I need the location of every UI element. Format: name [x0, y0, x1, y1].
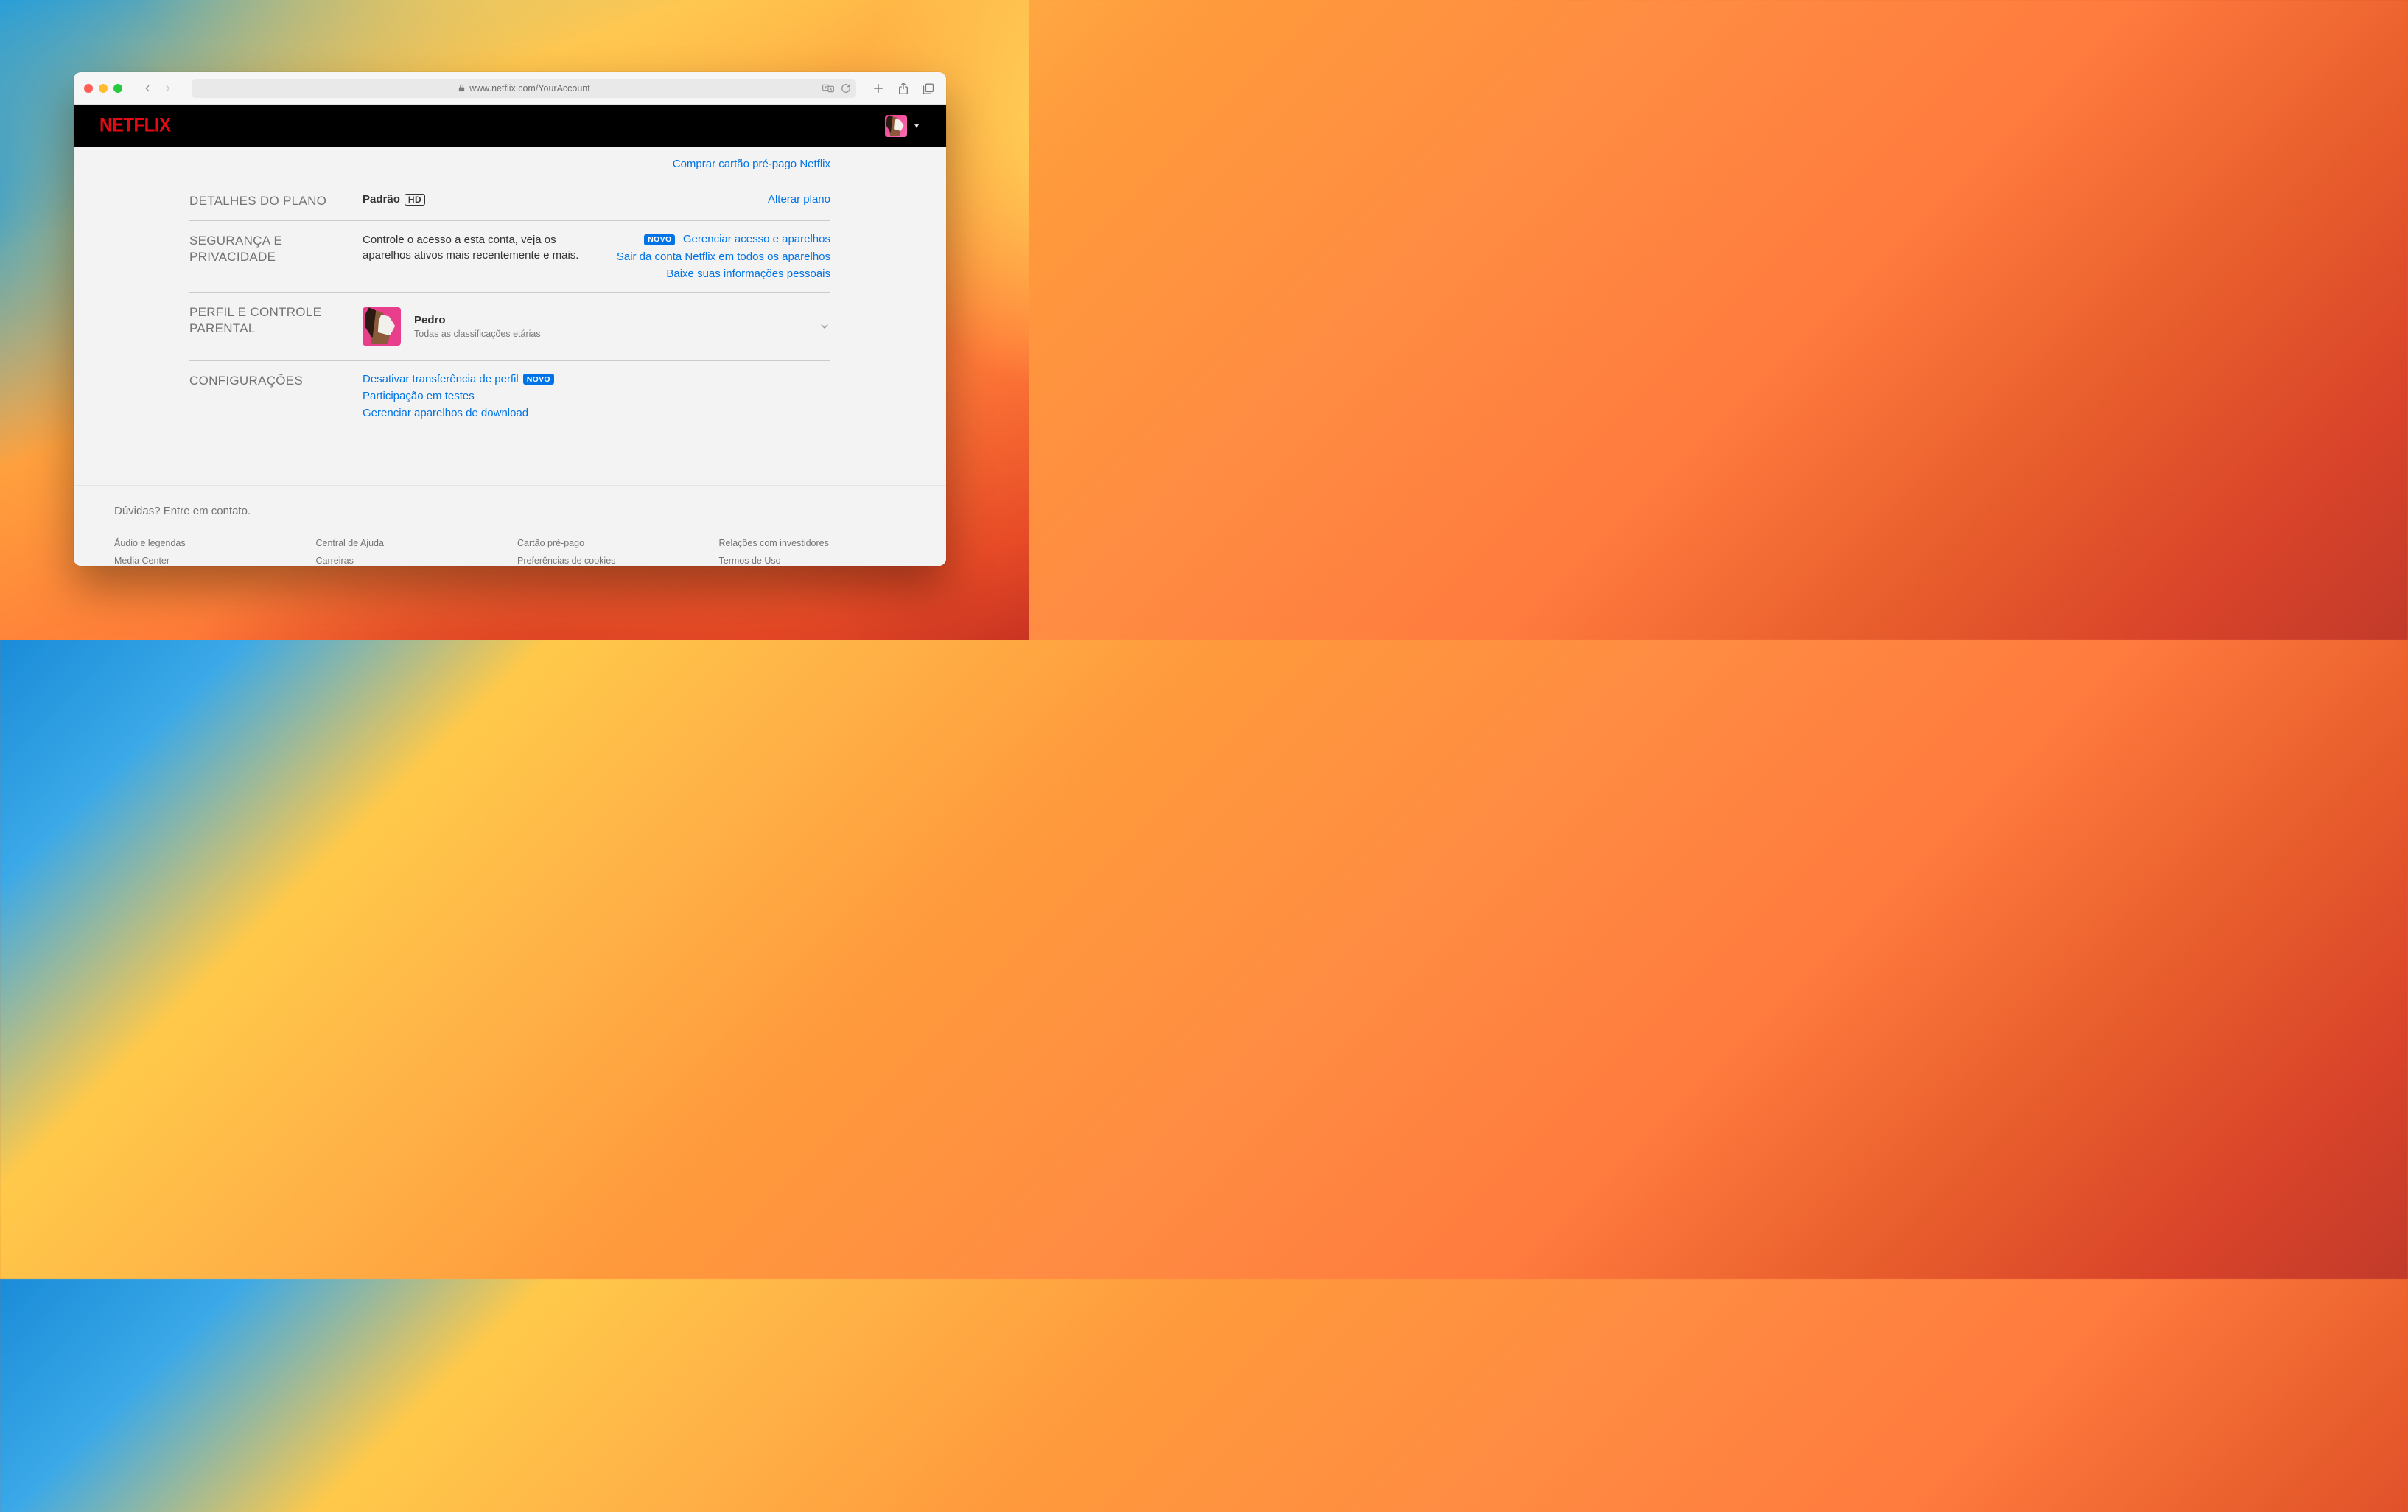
netflix-header: NETFLIX ▼ [74, 105, 946, 147]
novo-badge: NOVO [644, 234, 675, 245]
nav-back-button[interactable] [139, 80, 156, 97]
section-security: SEGURANÇA E PRIVACIDADE Controle o acess… [189, 220, 830, 292]
buy-gift-card-link[interactable]: Comprar cartão pré-pago Netflix [673, 158, 830, 170]
profile-row[interactable]: Pedro Todas as classificações etárias [363, 304, 830, 349]
change-plan-link[interactable]: Alterar plano [768, 193, 830, 206]
avatar [885, 115, 907, 137]
profile-avatar [363, 307, 401, 346]
security-description: Controle o acesso a esta conta, veja os … [363, 233, 602, 263]
hd-badge: HD [405, 194, 425, 206]
window-controls [84, 84, 122, 93]
profile-name: Pedro [414, 314, 805, 326]
urlbar-right-icons [822, 83, 852, 94]
download-info-link[interactable]: Baixe suas informações pessoais [666, 267, 830, 280]
footer-link-cookies[interactable]: Preferências de cookies [517, 556, 704, 566]
translate-icon[interactable] [822, 83, 834, 94]
window-close-button[interactable] [84, 84, 93, 93]
tabs-overview-icon[interactable] [921, 81, 936, 96]
section-label-security: SEGURANÇA E PRIVACIDADE [189, 233, 348, 280]
url-text: www.netflix.com/YourAccount [469, 83, 590, 94]
test-participation-link[interactable]: Participação em testes [363, 390, 475, 402]
toolbar-right [871, 81, 936, 96]
reload-icon[interactable] [840, 83, 852, 94]
footer-contact[interactable]: Dúvidas? Entre em contato. [114, 505, 906, 517]
new-tab-button[interactable] [871, 81, 886, 96]
footer-link-media[interactable]: Media Center [114, 556, 301, 566]
nav-arrows [139, 80, 177, 97]
footer-link-giftcard[interactable]: Cartão pré-pago [517, 538, 704, 548]
profile-menu-button[interactable]: ▼ [885, 115, 920, 137]
chevron-down-icon [819, 321, 830, 332]
footer: Dúvidas? Entre em contato. Áudio e legen… [74, 485, 946, 566]
novo-badge: NOVO [523, 374, 554, 385]
section-label-plan: DETALHES DO PLANO [189, 193, 348, 209]
settings-links: Desativar transferência de perfil NOVO P… [363, 373, 559, 419]
share-icon[interactable] [896, 81, 911, 96]
footer-link-investors[interactable]: Relações com investidores [719, 538, 906, 548]
page-body: NETFLIX ▼ Comprar cartão pré-pago Netfli… [74, 105, 946, 566]
manage-download-devices-link[interactable]: Gerenciar aparelhos de download [363, 407, 528, 419]
top-link-row: Comprar cartão pré-pago Netflix [189, 152, 830, 181]
address-bar[interactable]: www.netflix.com/YourAccount [192, 79, 856, 98]
footer-columns: Áudio e legendas Central de Ajuda Cartão… [114, 538, 906, 566]
window-fullscreen-button[interactable] [113, 84, 122, 93]
account-content: Comprar cartão pré-pago Netflix DETALHES… [74, 147, 946, 470]
nav-forward-button[interactable] [159, 80, 177, 97]
netflix-logo[interactable]: NETFLIX [99, 115, 171, 138]
section-profile: PERFIL E CONTROLE PARENTAL Pedro Todas a… [189, 292, 830, 360]
section-label-settings: CONFIGURAÇÕES [189, 373, 348, 419]
lock-icon [458, 84, 466, 92]
browser-titlebar: www.netflix.com/YourAccount [74, 72, 946, 105]
section-plan: DETALHES DO PLANO Padrão HD Alterar plan… [189, 181, 830, 220]
profile-maturity: Todas as classificações etárias [414, 329, 805, 339]
window-minimize-button[interactable] [99, 84, 108, 93]
section-settings: CONFIGURAÇÕES Desativar transferência de… [189, 360, 830, 431]
manage-access-row: NOVO Gerenciar acesso e aparelhos [644, 233, 830, 246]
safari-window: www.netflix.com/YourAccount [74, 72, 946, 566]
section-label-profile: PERFIL E CONTROLE PARENTAL [189, 304, 348, 349]
footer-link-terms[interactable]: Termos de Uso [719, 556, 906, 566]
disable-profile-transfer-link[interactable]: Desativar transferência de perfil [363, 373, 519, 385]
profile-info: Pedro Todas as classificações etárias [414, 314, 805, 339]
footer-link-help[interactable]: Central de Ajuda [316, 538, 503, 548]
footer-link-careers[interactable]: Carreiras [316, 556, 503, 566]
plan-name: Padrão HD [363, 193, 425, 206]
signout-all-link[interactable]: Sair da conta Netflix em todos os aparel… [617, 251, 830, 263]
manage-access-link[interactable]: Gerenciar acesso e aparelhos [683, 233, 830, 245]
footer-link-audio[interactable]: Áudio e legendas [114, 538, 301, 548]
plan-name-text: Padrão [363, 193, 400, 206]
caret-down-icon: ▼ [913, 122, 920, 130]
